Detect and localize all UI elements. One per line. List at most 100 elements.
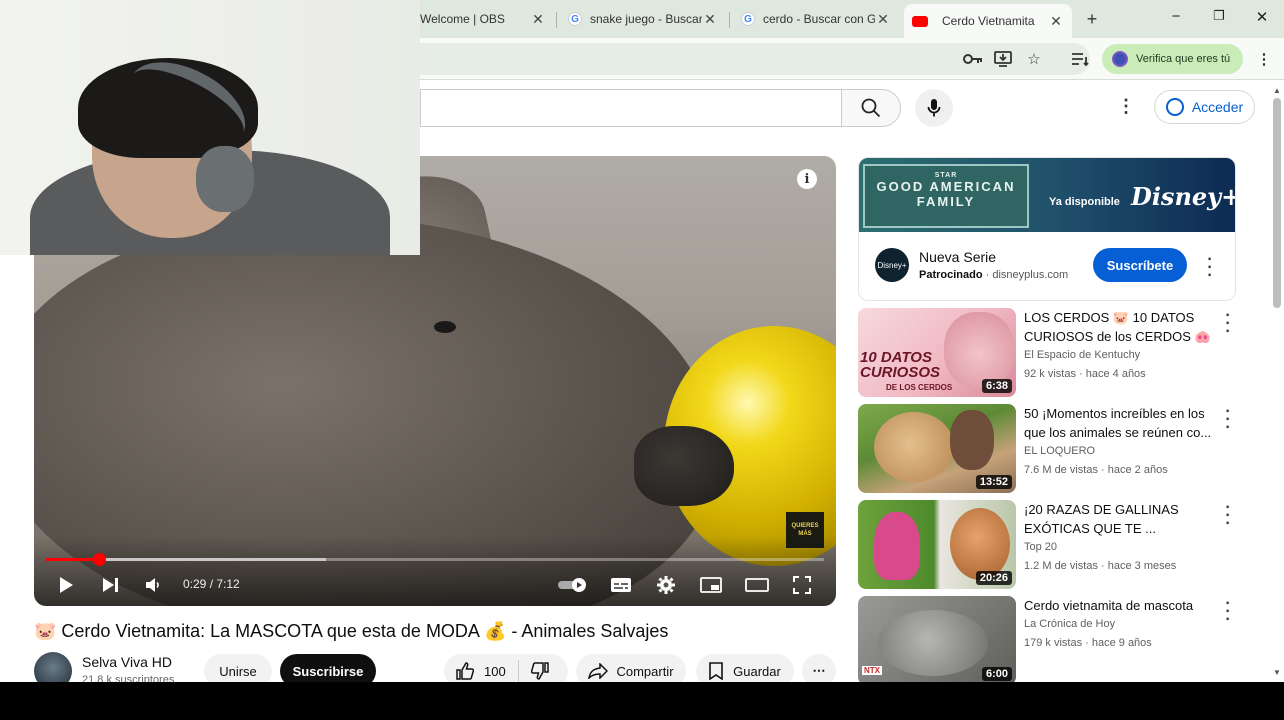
fullscreen-button[interactable]: [791, 574, 813, 596]
recommendation-meta: 179 k vistas · hace 9 años: [1024, 637, 1152, 649]
ad-meta: Patrocinado · disneyplus.com: [919, 269, 1068, 281]
page-scrollbar[interactable]: ▲ ▼: [1270, 82, 1284, 682]
scrollbar-thumb[interactable]: [1273, 98, 1281, 308]
mute-button[interactable]: [142, 574, 164, 596]
video-thumbnail[interactable]: 20:26: [858, 500, 1016, 589]
search-icon: [861, 98, 881, 118]
bookmark-star-icon[interactable]: ☆: [1023, 48, 1045, 70]
sign-in-label: Acceder: [1191, 99, 1244, 115]
password-key-icon[interactable]: [962, 48, 984, 70]
thumbnail-pig: [878, 610, 988, 676]
search-input[interactable]: [420, 89, 841, 127]
screen: Welcome | OBS ✕ G snake juego - Buscar ✕…: [0, 0, 1284, 682]
new-tab-button[interactable]: +: [1082, 9, 1102, 30]
recommendation-title[interactable]: Cerdo vietnamita de mascota: [1024, 596, 1224, 615]
recommendation-menu-icon[interactable]: · · ·: [1221, 308, 1235, 340]
close-tab-icon[interactable]: ✕: [875, 11, 891, 28]
recommendation-title[interactable]: 50 ¡Momentos increíbles en los que los a…: [1024, 404, 1224, 442]
video-thumbnail[interactable]: NTX 6:00: [858, 596, 1016, 682]
recommendation-channel[interactable]: El Espacio de Kentuchy: [1024, 349, 1140, 361]
ad-title[interactable]: Nueva Serie: [919, 249, 996, 265]
subscribe-button[interactable]: Suscribirse: [280, 654, 376, 682]
share-button[interactable]: Compartir: [576, 654, 686, 682]
settings-button[interactable]: [655, 574, 677, 596]
close-window-button[interactable]: ✕: [1251, 8, 1273, 26]
more-actions-button[interactable]: ⋯: [802, 654, 836, 682]
tab-obs[interactable]: Welcome | OBS ✕: [412, 6, 554, 32]
minimize-button[interactable]: −: [1165, 8, 1187, 25]
ad-banner-title: GOOD AMERICAN FAMILY: [876, 179, 1016, 209]
recommendation-item[interactable]: NTX 6:00 Cerdo vietnamita de mascota La …: [858, 596, 1236, 682]
next-button[interactable]: [100, 574, 122, 596]
time-display: 0:29 / 7:12: [183, 577, 240, 591]
theater-mode-button[interactable]: [745, 574, 769, 596]
search-button[interactable]: [841, 89, 901, 127]
save-button[interactable]: Guardar: [696, 654, 794, 682]
dislike-button[interactable]: [530, 662, 549, 680]
duration-badge: 6:00: [981, 667, 1012, 681]
recommendation-menu-icon[interactable]: · · ·: [1221, 500, 1235, 532]
tab-cerdo-vietnamita[interactable]: Cerdo Vietnamita ✕: [904, 4, 1072, 38]
thumbnail-pink-hen: [874, 512, 920, 580]
close-tab-icon[interactable]: ✕: [1048, 13, 1064, 30]
like-button[interactable]: 100: [456, 662, 506, 680]
close-tab-icon[interactable]: ✕: [702, 11, 718, 28]
recommendation-title[interactable]: ¡20 RAZAS DE GALLINAS EXÓTICAS QUE TE ..…: [1024, 500, 1224, 538]
subtitles-icon: [611, 578, 631, 592]
install-app-icon[interactable]: [992, 48, 1014, 70]
recommendation-item[interactable]: 10 DATOS CURIOSOS DE LOS CERDOS 6:38 LOS…: [858, 308, 1236, 398]
ad-menu-icon[interactable]: · · ·: [1203, 252, 1217, 284]
tab-title: Cerdo Vietnamita: [942, 14, 1035, 28]
save-label: Guardar: [733, 663, 781, 679]
google-icon: G: [741, 12, 755, 26]
sponsored-label: Patrocinado: [919, 269, 983, 281]
thumbnail-brown-hen: [950, 508, 1010, 580]
subtitles-button[interactable]: [610, 574, 632, 596]
subscriber-count: 21,8 k suscriptores: [82, 674, 175, 682]
maximize-button[interactable]: ❐: [1208, 8, 1230, 24]
sponsored-ad-card[interactable]: STAR GOOD AMERICAN FAMILY Ya disponible …: [858, 157, 1236, 301]
join-button[interactable]: Unirse: [204, 654, 272, 682]
video-thumbnail[interactable]: 13:52: [858, 404, 1016, 493]
progress-bar[interactable]: [46, 553, 824, 566]
ad-banner[interactable]: STAR GOOD AMERICAN FAMILY Ya disponible …: [859, 158, 1235, 232]
gear-icon: [657, 576, 675, 594]
settings-menu-icon[interactable]: ⋮: [1116, 96, 1136, 120]
voice-search-button[interactable]: [915, 89, 953, 127]
advertiser-avatar[interactable]: Disney+: [875, 248, 909, 282]
scroll-up-arrow-icon[interactable]: ▲: [1273, 86, 1281, 95]
miniplayer-button[interactable]: [700, 574, 722, 596]
fullscreen-icon: [793, 576, 811, 594]
scrubber-handle[interactable]: [92, 553, 106, 566]
scroll-down-arrow-icon[interactable]: ▼: [1273, 668, 1281, 677]
recommendation-item[interactable]: 13:52 50 ¡Momentos increíbles en los que…: [858, 404, 1236, 494]
reading-list-icon[interactable]: [1069, 48, 1091, 70]
recommendation-channel[interactable]: Top 20: [1024, 541, 1057, 553]
recommendation-meta: 7.6 M de vistas · hace 2 años: [1024, 464, 1168, 476]
play-button[interactable]: [56, 574, 76, 596]
autoplay-toggle[interactable]: [556, 574, 590, 596]
video-thumbnail[interactable]: 10 DATOS CURIOSOS DE LOS CERDOS 6:38: [858, 308, 1016, 397]
microphone-icon: [927, 99, 941, 117]
thumbnail-person: [950, 410, 994, 470]
browser-menu-icon[interactable]: ⋮: [1253, 48, 1275, 70]
recommendation-menu-icon[interactable]: · · ·: [1221, 596, 1235, 628]
miniplayer-icon: [700, 577, 722, 593]
tab-cerdo-buscar[interactable]: G cerdo - Buscar con G ✕: [733, 6, 899, 32]
tab-snake-juego[interactable]: G snake juego - Buscar ✕: [560, 6, 726, 32]
recommendation-title[interactable]: LOS CERDOS 🐷 10 DATOS CURIOSOS de los CE…: [1024, 308, 1224, 346]
ad-subscribe-button[interactable]: Suscríbete: [1093, 248, 1187, 282]
tab-separator: [729, 12, 730, 28]
recommendation-channel[interactable]: EL LOQUERO: [1024, 445, 1095, 457]
channel-name[interactable]: Selva Viva HD: [82, 654, 172, 670]
duration-badge: 20:26: [975, 571, 1012, 585]
recommendation-item[interactable]: 20:26 ¡20 RAZAS DE GALLINAS EXÓTICAS QUE…: [858, 500, 1236, 590]
verify-identity-pill[interactable]: Verifica que eres tú: [1102, 44, 1243, 74]
headphone-cup: [196, 146, 254, 212]
info-icon[interactable]: i: [797, 169, 817, 189]
channel-avatar[interactable]: [34, 652, 72, 682]
recommendation-channel[interactable]: La Crónica de Hoy: [1024, 618, 1115, 630]
sign-in-button[interactable]: Acceder: [1154, 90, 1255, 124]
close-tab-icon[interactable]: ✕: [530, 11, 546, 28]
recommendation-menu-icon[interactable]: · · ·: [1221, 404, 1235, 436]
